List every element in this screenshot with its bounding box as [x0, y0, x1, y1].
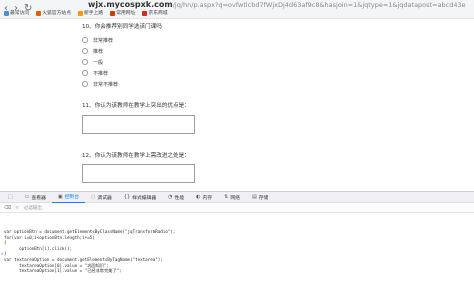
tab-icon: ◔ [168, 194, 173, 200]
devtools-tab[interactable]: {} 样式编辑器 [118, 192, 162, 203]
tab-label: 控制台 [64, 195, 80, 200]
tab-icon: ⇅ [224, 194, 229, 200]
devtools-tab[interactable]: ▭ 查看器 [19, 192, 52, 203]
bookmark-label: 火狐官方站点 [42, 11, 71, 16]
console-prompt-icon: » [1, 251, 4, 257]
tab-label: 内存 [202, 195, 213, 201]
tab-icon: {} [123, 194, 131, 200]
bookmark-label: 常用网址 [116, 11, 136, 16]
tab-label: 调试器 [97, 195, 112, 201]
devtools-tab[interactable]: ◌ 调试器 [85, 192, 118, 203]
tab-icon: ▣ [57, 193, 63, 200]
radio-button[interactable] [82, 81, 88, 87]
tab-label: 网络 [230, 195, 240, 201]
bookmark-item[interactable]: 常用网址 [110, 9, 135, 18]
devtools-tab[interactable]: ◐ 内存 [190, 192, 218, 203]
console-line: var optionBtn = document.getElementsByCl… [4, 229, 176, 234]
question-12-title: 12、你认为该教师在教学上需改进之处是： [82, 153, 190, 159]
bookmark-label: 京东商城 [148, 11, 168, 16]
radio-label: 推荐 [93, 48, 104, 55]
question-11-textarea[interactable] [82, 115, 195, 134]
radio-option[interactable]: 非常不推荐 [82, 80, 118, 88]
devtools-tab[interactable]: ▣ 控制台 [51, 192, 86, 203]
tab-icon: ▭ [24, 194, 30, 200]
devtools-tabbar: ⬚ ▭ 查看器 ▣ 控制台 ◌ 调试器{} 样式编辑器 ◔ 性能 ◐ 内存 ⇅ 网络 ▤ 存储 [0, 191, 474, 203]
browser-toolbar: ‹ › ↻ wjx.mycospxk.com/jq/hn/p.aspx?q=ov… [0, 0, 474, 19]
tab-label: 查看器 [31, 195, 46, 201]
bookmark-label: 最常访问 [10, 11, 30, 16]
tab-label: 样式编辑器 [132, 195, 157, 201]
bookmark-icon [110, 11, 116, 16]
bookmark-item[interactable]: 京东商城 [142, 9, 168, 18]
question-11-title: 11、你认为该教师在教学上突出的优点是： [82, 103, 190, 109]
filter-input[interactable]: 过滤输出 [24, 205, 42, 211]
console-line: } [4, 251, 7, 257]
radio-button[interactable] [82, 70, 88, 76]
bookmark-icon [142, 11, 148, 16]
radio-button[interactable] [82, 48, 88, 54]
console-line: optionBtn[i].click(); [4, 245, 73, 251]
radio-option[interactable]: 非常推荐 [82, 36, 113, 44]
radio-option[interactable]: 一般 [82, 58, 103, 66]
trash-icon[interactable]: ⌫ [4, 205, 11, 211]
radio-option[interactable]: 推荐 [82, 47, 103, 55]
filter-icon: ▿ [16, 204, 19, 211]
console-filter-bar: ⌫ ▿ 过滤输出 [0, 203, 474, 213]
devtools-tab[interactable]: ◔ 性能 [162, 192, 190, 203]
bookmark-icon [4, 11, 9, 16]
console-line: var textareaOption = document.getElement… [4, 257, 163, 262]
tab-label: 存储 [258, 195, 269, 201]
bookmark-item[interactable]: 火狐官方站点 [36, 9, 71, 18]
radio-label: 非常不推荐 [93, 81, 119, 88]
question-10-title: 10、你会推荐别同学选该门课吗 [82, 24, 162, 30]
tab-icon: ▤ [251, 194, 257, 200]
radio-option[interactable]: 不推荐 [82, 69, 108, 77]
radio-label: 非常推荐 [93, 37, 114, 44]
bookmark-item[interactable]: 新手上路 [78, 9, 103, 18]
bookmarks-bar: 最常访问 火狐官方站点 新手上路 常用网址 京东商城 [4, 9, 168, 18]
radio-label: 一般 [93, 59, 104, 66]
console-line: for(var i=0;i<optionBtn.length;i+=5) [4, 234, 95, 240]
bookmark-icon [78, 11, 83, 16]
devtools-tab[interactable]: ⇅ 网络 [218, 192, 246, 203]
url-host: wjx.mycospxk.com [88, 0, 173, 9]
radio-button[interactable] [82, 37, 88, 43]
radio-label: 不推荐 [93, 70, 109, 77]
url-path: /jq/hn/p.aspx?q=ovfwtlcbd7fWjxDj4d63af9c… [172, 1, 466, 9]
console-panel[interactable]: var optionBtn = document.getElementsByCl… [0, 213, 474, 284]
bookmark-label: 新手上路 [84, 11, 104, 16]
bookmark-item[interactable]: 最常访问 [4, 9, 29, 18]
radio-button[interactable] [82, 59, 88, 65]
question-12-textarea[interactable] [82, 164, 195, 183]
survey-page: 10、你会推荐别同学选该门课吗 非常推荐推荐一般不推荐非常不推荐 11、你认为该… [0, 19, 474, 191]
tab-icon: ◌ [91, 194, 96, 200]
devtools-tab[interactable]: ▤ 存储 [246, 192, 274, 203]
console-line: { [4, 240, 7, 246]
element-picker-icon[interactable]: ⬚ [2, 192, 19, 203]
bookmark-icon [36, 11, 42, 16]
console-line: textareaOption[0].value = "巩固知识"; [4, 262, 109, 268]
tab-icon: ◐ [196, 194, 201, 200]
tab-label: 性能 [174, 195, 185, 201]
console-line: textareaOption[1].value = "已经非常完美了"; [4, 268, 122, 274]
